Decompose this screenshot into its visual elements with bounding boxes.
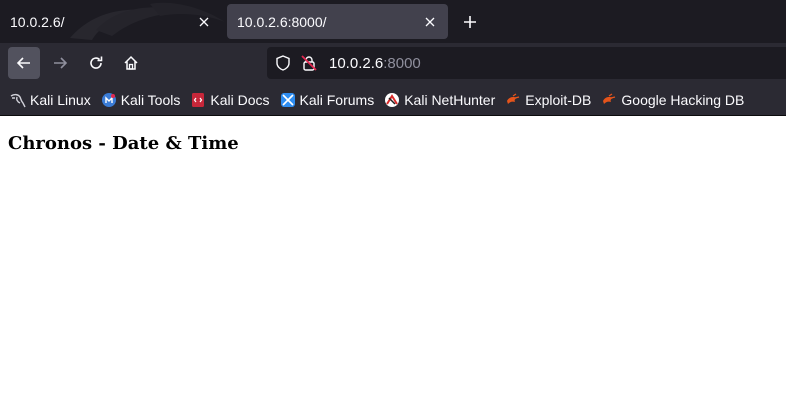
bookmark-kali-forums[interactable]: Kali Forums: [280, 91, 375, 108]
url-text: 10.0.2.6:8000: [329, 55, 421, 72]
tab-strip: 10.0.2.6/ 10.0.2.6:8000/: [0, 0, 786, 43]
shield-icon[interactable]: [275, 55, 291, 71]
bookmark-label: Exploit-DB: [525, 91, 592, 108]
ghdb-icon: [601, 92, 617, 108]
navigation-toolbar: 10.0.2.6:8000: [0, 43, 786, 84]
back-button[interactable]: [8, 47, 40, 79]
page-title: Chronos - Date & Time: [8, 133, 239, 154]
kali-dragon-icon: [10, 92, 26, 108]
tab-label: 10.0.2.6:8000/: [237, 13, 327, 30]
forward-button[interactable]: [44, 47, 76, 79]
tab-active[interactable]: 10.0.2.6:8000/: [227, 4, 448, 39]
bookmark-kali-linux[interactable]: Kali Linux: [10, 92, 91, 108]
bookmark-label: Kali NetHunter: [404, 91, 496, 108]
bookmark-kali-nethunter[interactable]: Kali NetHunter: [384, 92, 495, 108]
kali-docs-icon: [190, 92, 206, 108]
bookmark-exploit-db[interactable]: Exploit-DB: [505, 92, 591, 108]
reload-button[interactable]: [80, 47, 112, 79]
bookmark-label: Kali Forums: [299, 91, 375, 108]
reload-icon: [90, 56, 103, 69]
arrow-left-icon: [16, 57, 30, 69]
bookmark-label: Kali Tools: [120, 91, 181, 108]
browser-window: 10.0.2.6/ 10.0.2.6:8000/ 10.0.2.6:8000 K…: [0, 0, 786, 405]
home-button[interactable]: [115, 47, 147, 79]
exploit-db-icon: [505, 92, 521, 108]
tab-label: 10.0.2.6/: [10, 13, 65, 30]
bookmark-label: Kali Docs: [210, 91, 270, 108]
bookmark-kali-docs[interactable]: Kali Docs: [190, 91, 270, 108]
new-tab-button[interactable]: [458, 10, 482, 34]
address-bar[interactable]: 10.0.2.6:8000: [267, 47, 786, 79]
url-port: :8000: [383, 54, 421, 72]
close-tab-icon[interactable]: [196, 14, 212, 30]
kali-nethunter-icon: [384, 92, 400, 108]
close-tab-icon[interactable]: [422, 14, 438, 30]
bookmark-label: Google Hacking DB: [621, 91, 745, 108]
bookmark-google-hacking-db[interactable]: Google Hacking DB: [601, 92, 744, 108]
bookmarks-toolbar: Kali Linux Kali Tools Kali Docs Kali For…: [0, 84, 786, 116]
kali-forums-icon: [280, 92, 296, 108]
url-host: 10.0.2.6: [329, 54, 384, 72]
arrow-right-icon: [54, 57, 68, 69]
insecure-lock-icon[interactable]: [301, 55, 317, 71]
home-icon: [124, 55, 138, 70]
bookmark-kali-tools[interactable]: Kali Tools: [101, 91, 181, 108]
kali-tools-icon: [101, 92, 117, 108]
page-content: Chronos - Date & Time: [0, 116, 786, 405]
plus-icon: [464, 16, 476, 28]
bookmark-label: Kali Linux: [30, 91, 91, 108]
tab-home[interactable]: 10.0.2.6/: [0, 4, 222, 39]
